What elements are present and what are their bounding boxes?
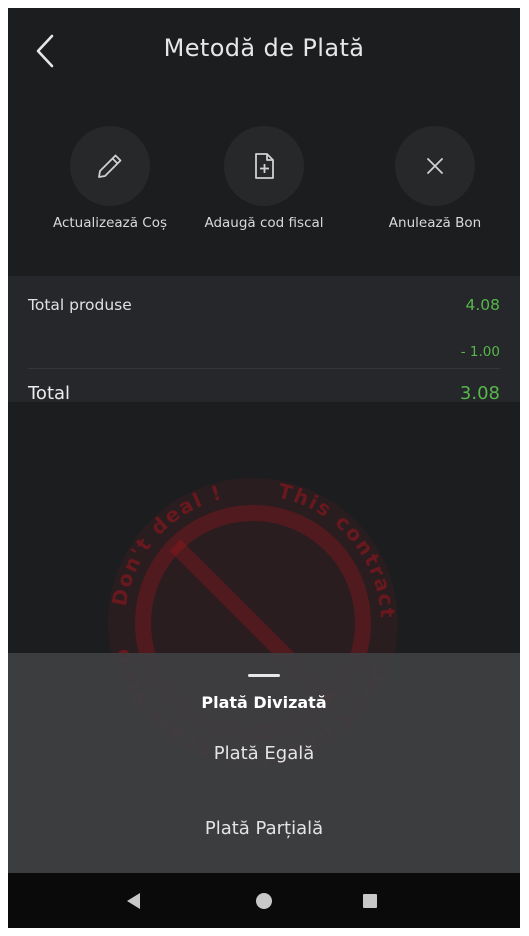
grand-total-value: 3.08 xyxy=(459,383,500,404)
grand-total-row: Total 3.08 xyxy=(28,383,500,407)
sheet-drag-handle[interactable] xyxy=(248,674,280,677)
svg-text:Don't deal !: Don't deal ! xyxy=(107,480,225,608)
products-total-row: Total produse 4.08 xyxy=(28,296,500,318)
nav-recents-icon[interactable] xyxy=(358,889,382,913)
update-cart-button[interactable]: Actualizează Coș xyxy=(25,126,195,236)
cancel-receipt-icon-circle xyxy=(395,126,475,206)
pencil-icon xyxy=(98,154,122,178)
totals-divider xyxy=(28,368,500,369)
watermark-text-1: This contract xyxy=(276,479,398,621)
nav-back-icon[interactable] xyxy=(122,889,146,913)
option-equal-payment[interactable]: Plată Egală xyxy=(8,743,520,764)
grand-total-label: Total xyxy=(28,383,71,404)
svg-text:This contract: This contract xyxy=(276,479,400,621)
add-fiscal-code-button[interactable]: Adaugă cod fiscal xyxy=(179,126,349,236)
update-cart-icon-circle xyxy=(70,126,150,206)
action-bar: Actualizează Coș Adaugă cod fiscal Anule… xyxy=(8,126,520,246)
system-nav-bar xyxy=(8,873,520,928)
payment-options-sheet: Plată Divizată Plată Egală Plată Parțial… xyxy=(8,653,520,873)
update-cart-label: Actualizează Coș xyxy=(52,215,168,231)
option-split-payment[interactable]: Plată Divizată xyxy=(8,693,520,712)
app-screen: Metodă de Plată Actualizează Coș Adaugă … xyxy=(8,8,520,928)
close-icon xyxy=(427,158,443,174)
add-fiscal-code-icon-circle xyxy=(224,126,304,206)
add-fiscal-code-label: Adaugă cod fiscal xyxy=(204,215,324,231)
discount-row: - 1.00 xyxy=(28,344,500,364)
option-partial-payment[interactable]: Plată Parțială xyxy=(8,818,520,839)
products-total-value: 4.08 xyxy=(465,296,500,314)
watermark-text-3: Don't deal ! xyxy=(107,480,223,608)
nav-home-icon[interactable] xyxy=(252,889,276,913)
page-title: Metodă de Plată xyxy=(163,34,365,62)
cancel-receipt-label: Anulează Bon xyxy=(388,215,482,231)
cancel-receipt-button[interactable]: Anulează Bon xyxy=(350,126,520,236)
app-header: Metodă de Plată xyxy=(8,8,520,93)
products-total-label: Total produse xyxy=(28,296,132,314)
totals-card: Total produse 4.08 - 1.00 Total 3.08 xyxy=(8,276,520,404)
file-add-icon xyxy=(255,153,274,179)
discount-value: - 1.00 xyxy=(460,344,500,360)
